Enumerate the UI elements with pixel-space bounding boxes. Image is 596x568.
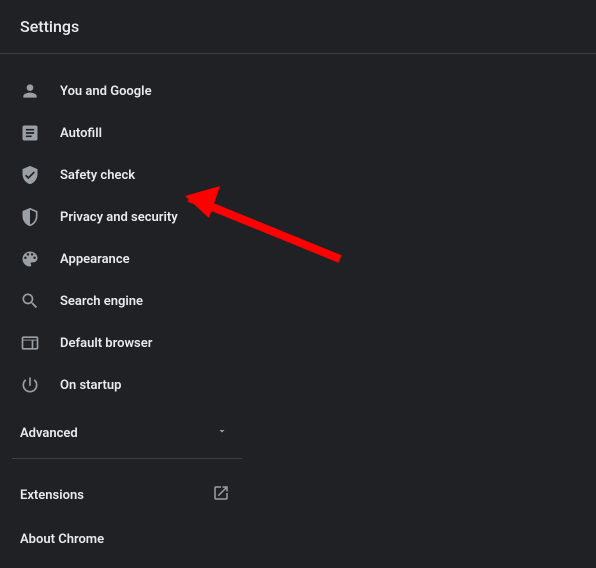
- sidebar-item-label: Search engine: [60, 294, 143, 309]
- sidebar-item-label: On startup: [60, 378, 121, 393]
- sidebar-item-label: Default browser: [60, 336, 152, 351]
- sidebar-item-search-engine[interactable]: Search engine: [0, 280, 250, 322]
- sidebar-item-appearance[interactable]: Appearance: [0, 238, 250, 280]
- sidebar-item-extensions[interactable]: Extensions: [0, 471, 250, 519]
- browser-icon: [20, 333, 40, 353]
- sidebar-item-privacy-security[interactable]: Privacy and security: [0, 196, 250, 238]
- sidebar-item-label: Extensions: [20, 488, 84, 503]
- footer-list: Extensions About Chrome: [0, 463, 250, 568]
- sidebar-item-label: You and Google: [60, 84, 152, 99]
- sidebar-item-label: Autofill: [60, 126, 102, 141]
- nav-list: You and Google Autofill Safety check Pri…: [0, 62, 250, 414]
- advanced-label: Advanced: [20, 426, 78, 441]
- power-icon: [20, 375, 40, 395]
- search-icon: [20, 291, 40, 311]
- settings-header: Settings: [0, 0, 596, 54]
- open-in-new-icon: [212, 484, 230, 506]
- safety-check-icon: [20, 165, 40, 185]
- advanced-toggle[interactable]: Advanced: [0, 414, 250, 454]
- sidebar-item-on-startup[interactable]: On startup: [0, 364, 250, 406]
- divider: [12, 458, 242, 459]
- settings-sidebar: You and Google Autofill Safety check Pri…: [0, 54, 250, 568]
- sidebar-item-label: Safety check: [60, 168, 135, 183]
- person-icon: [20, 81, 40, 101]
- autofill-icon: [20, 123, 40, 143]
- security-icon: [20, 207, 40, 227]
- chevron-down-icon: [216, 425, 228, 441]
- sidebar-item-label: Privacy and security: [60, 210, 178, 225]
- sidebar-item-label: Appearance: [60, 252, 130, 267]
- page-title: Settings: [20, 17, 576, 36]
- palette-icon: [20, 249, 40, 269]
- sidebar-item-about-chrome[interactable]: About Chrome: [0, 519, 250, 560]
- sidebar-item-label: About Chrome: [20, 532, 104, 547]
- sidebar-item-safety-check[interactable]: Safety check: [0, 154, 250, 196]
- sidebar-item-autofill[interactable]: Autofill: [0, 112, 250, 154]
- sidebar-item-you-and-google[interactable]: You and Google: [0, 70, 250, 112]
- sidebar-item-default-browser[interactable]: Default browser: [0, 322, 250, 364]
